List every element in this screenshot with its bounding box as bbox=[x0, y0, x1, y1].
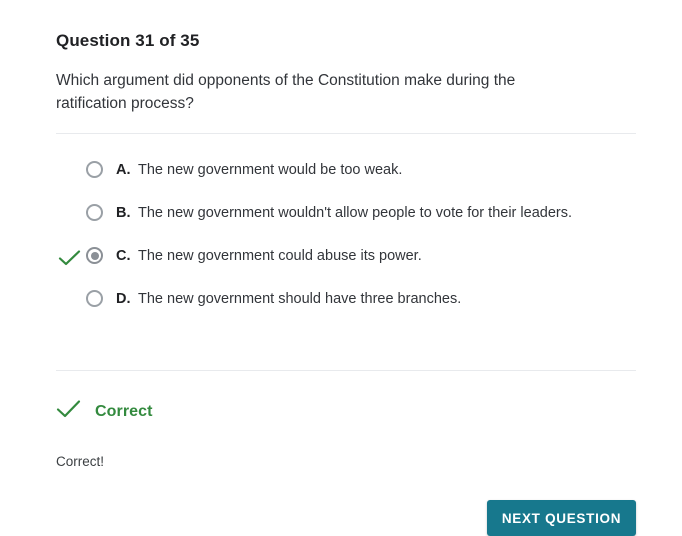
question-prompt: Which argument did opponents of the Cons… bbox=[56, 72, 516, 112]
divider-bottom bbox=[56, 370, 636, 371]
divider-top bbox=[56, 133, 636, 134]
correct-check-slot-b bbox=[58, 206, 82, 224]
option-letter-d: D. bbox=[116, 291, 131, 307]
answer-option-b[interactable]: B. The new government wouldn't allow peo… bbox=[56, 203, 646, 233]
option-letter-b: B. bbox=[116, 205, 131, 221]
correct-check-slot-d bbox=[58, 292, 82, 310]
option-letter-c: C. bbox=[116, 248, 131, 264]
radio-button-d[interactable] bbox=[86, 290, 103, 307]
answer-option-d[interactable]: D. The new government should have three … bbox=[56, 289, 646, 319]
quiz-card: Question 31 of 35 Which argument did opp… bbox=[0, 0, 682, 536]
next-question-button[interactable]: NEXT QUESTION bbox=[487, 500, 636, 536]
check-icon bbox=[56, 399, 82, 424]
answer-option-c[interactable]: C. The new government could abuse its po… bbox=[56, 246, 646, 276]
option-text-c: The new government could abuse its power… bbox=[138, 248, 422, 264]
radio-button-b[interactable] bbox=[86, 204, 103, 221]
option-text-b: The new government wouldn't allow people… bbox=[138, 205, 572, 221]
correct-check-slot-a bbox=[58, 163, 82, 181]
feedback-banner: Correct bbox=[56, 399, 153, 424]
answer-options-list: A. The new government would be too weak.… bbox=[56, 160, 646, 319]
feedback-detail-text: Correct! bbox=[56, 454, 105, 469]
page-title: Question 31 of 35 bbox=[56, 31, 200, 50]
answer-option-a[interactable]: A. The new government would be too weak. bbox=[56, 160, 646, 190]
radio-button-a[interactable] bbox=[86, 161, 103, 178]
option-text-a: The new government would be too weak. bbox=[138, 162, 403, 178]
checkmark-icon-c bbox=[58, 249, 82, 267]
status-badge: Correct bbox=[95, 402, 153, 420]
radio-button-c[interactable] bbox=[86, 247, 103, 264]
option-text-d: The new government should have three bra… bbox=[138, 291, 462, 307]
option-letter-a: A. bbox=[116, 162, 131, 178]
